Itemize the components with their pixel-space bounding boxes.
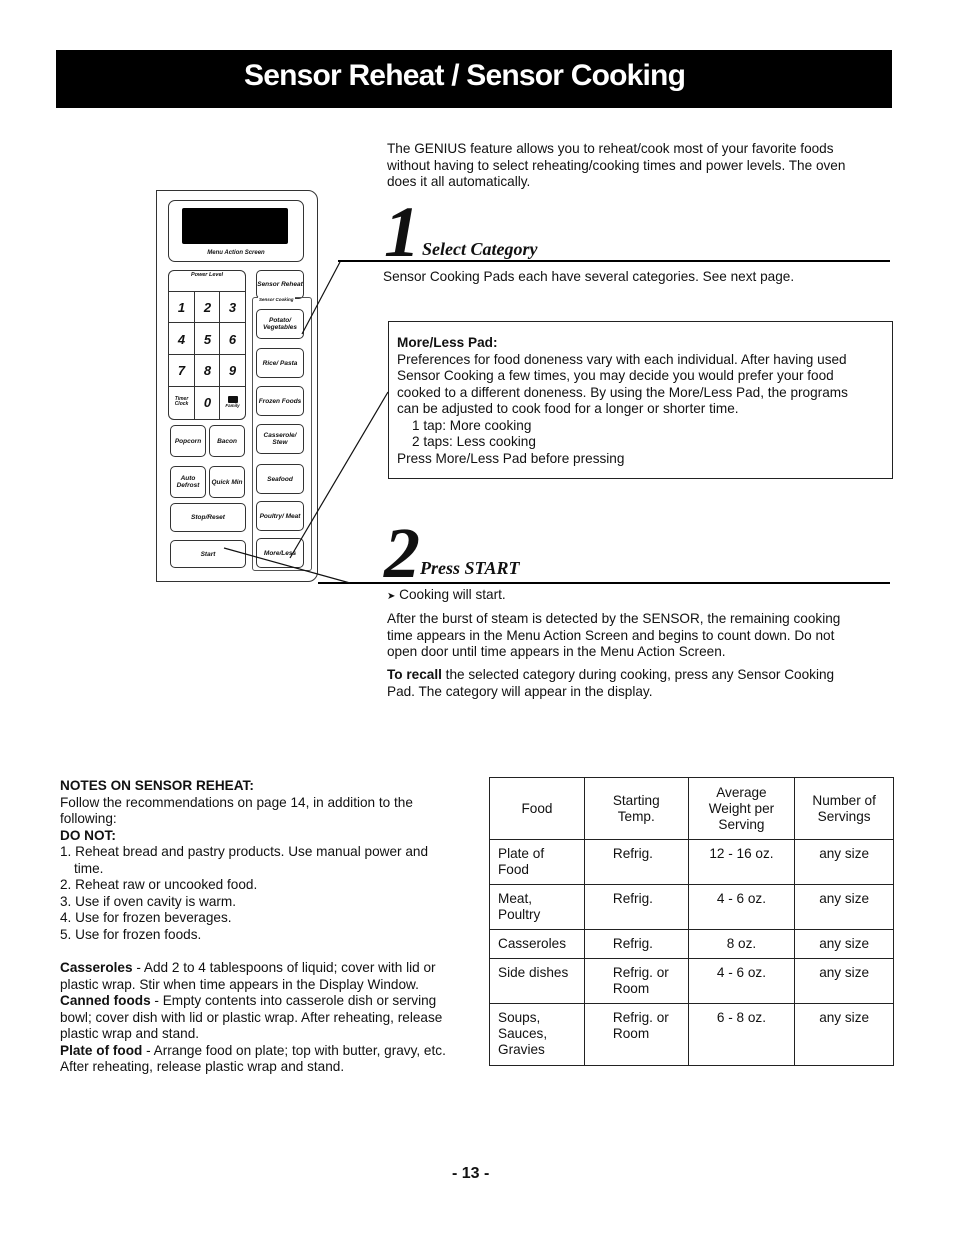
casseroles-note: Casseroles - Add 2 to 4 tablespoons of l… <box>60 960 436 975</box>
callout-line-more-less <box>289 391 389 559</box>
notes-intro: following: <box>60 811 117 826</box>
plate-of-food-note: Plate of food - Arrange food on plate; t… <box>60 1042 446 1058</box>
do-not-item: 2. Reheat raw or uncooked food. <box>60 877 258 892</box>
notes-intro: Follow the recommendations on page 14, i… <box>60 794 413 810</box>
do-not-item: 1. Reheat bread and pastry products. Use… <box>60 844 429 859</box>
notes-heading: NOTES ON SENSOR REHEAT: <box>60 778 254 793</box>
sensor-reheat-table: Food Starting Temp. Average Weight per Serv… <box>489 777 894 1066</box>
do-not-item: 3. Use if oven cavity is warm. <box>60 893 237 909</box>
do-not-item: 4. Use for frozen beverages. <box>60 910 232 925</box>
canned-foods-note: Canned foods - Empty contents into casse… <box>60 993 437 1008</box>
table-row: Casseroles Refrig. 8 oz. any size <box>489 929 894 959</box>
header-number-of-servings: Number of Servings <box>794 777 894 840</box>
header-average-weight: Average Weight per Serving <box>687 777 796 840</box>
page-number: - 13 - <box>452 1165 490 1182</box>
callout-line-step-1 <box>301 261 341 335</box>
casseroles-note-cont: plastic wrap. Stir when time appears in … <box>60 976 419 992</box>
notes-section: NOTES ON SENSOR REHEAT: Follow the recom… <box>60 778 460 1076</box>
canned-foods-note-cont: bowl; cover dish with lid or plastic wra… <box>60 1009 443 1025</box>
callout-line-start <box>223 547 351 584</box>
do-not-item: 5. Use for frozen foods. <box>60 926 202 942</box>
table-row: Soups, Sauces, Gravies Refrig. or Room 6 - … <box>489 1003 894 1066</box>
table-header-row: Food Starting Temp. Average Weight per Serv… <box>489 777 894 840</box>
table-row: Plate of Food Refrig. 12 - 16 oz. any siz… <box>489 839 894 885</box>
callout-lines <box>223 261 389 584</box>
header-starting-temp: Starting Temp. <box>583 777 689 840</box>
do-not-item-cont: time. <box>74 860 104 876</box>
table-row: Meat, Poultry Refrig. 4 - 6 oz. any size <box>489 884 894 930</box>
canned-foods-note-cont: plastic wrap and stand. <box>60 1026 200 1041</box>
do-not-heading: DO NOT: <box>60 827 116 843</box>
header-food: Food <box>489 777 585 840</box>
plate-of-food-note-cont: After reheating, release plastic wrap an… <box>60 1059 345 1074</box>
table-row: Side dishes Refrig. or Room 4 - 6 oz. any… <box>489 958 894 1004</box>
